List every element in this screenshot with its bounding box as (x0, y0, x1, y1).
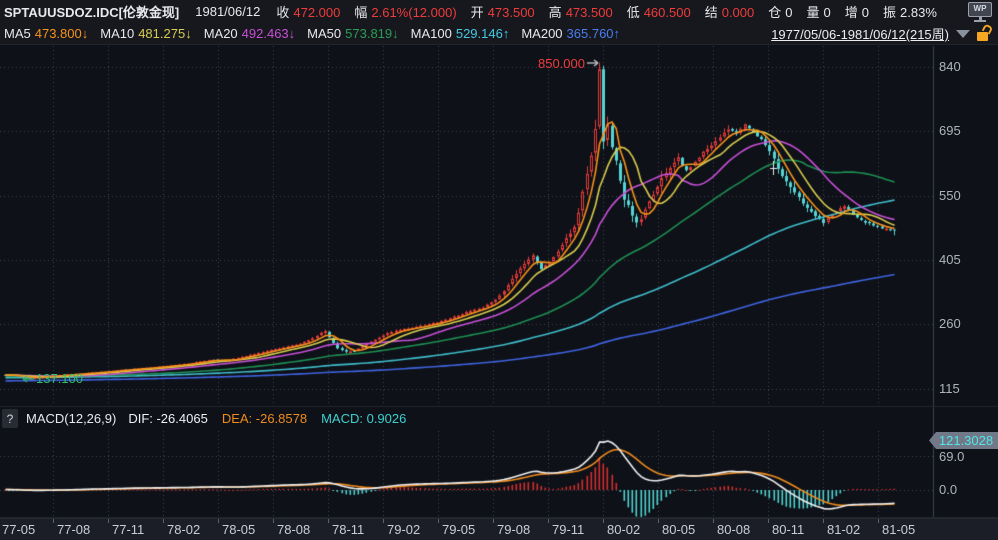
help-button[interactable]: ? (2, 409, 18, 428)
time-axis-label: 79-08 (497, 522, 531, 537)
time-axis-label: 78-11 (332, 522, 365, 537)
time-axis-tick (548, 519, 549, 523)
time-axis-strip: 77-05 77-08 77-11 78-02 78-05 78-08 78-11 79-02… (0, 518, 998, 540)
quote-field-value: 472.000 (293, 5, 341, 20)
quote-field-value: 0 (861, 5, 870, 20)
time-axis-label: 78-02 (167, 522, 201, 537)
symbol-title: SPTAUUSDOZ.IDC[伦敦金现] (4, 5, 180, 20)
time-axis-tick (603, 519, 604, 523)
wp-icon-label: WP (968, 1, 992, 17)
time-axis-label: 80-02 (607, 522, 641, 537)
time-axis-tick (823, 519, 824, 523)
ma-item-value: 481.275↓ (138, 26, 192, 41)
ma-values: MA5 473.800↓ MA10 481.275↓ MA20 492.463↓ MA50 5… (4, 26, 632, 41)
quote-field-value: 473.500 (565, 5, 613, 20)
price-axis-tick: 695 (939, 123, 961, 139)
quote-field-label: 低 (626, 5, 640, 20)
time-axis-label: 79-02 (387, 522, 421, 537)
price-macd-chart-canvas[interactable] (0, 0, 998, 540)
chart-application-window: SPTAUUSDOZ.IDC[伦敦金现] 1981/06/12 收 472.000… (0, 0, 998, 540)
range-text[interactable]: 1977/05/06-1981/06/12(215周) (771, 24, 949, 43)
macd-axis-tick: 0.0 (939, 482, 958, 497)
time-axis-label: 81-02 (827, 522, 861, 537)
high-annotation: 850.000 (538, 56, 585, 71)
quote-bar: SPTAUUSDOZ.IDC[伦敦金现] 1981/06/12 收 472.000… (0, 0, 998, 23)
time-axis-label: 78-05 (222, 522, 256, 537)
time-axis-tick (328, 519, 329, 523)
price-axis-tick: 115 (939, 380, 960, 396)
ma-item-value: 365.760↑ (566, 26, 621, 41)
quote-field-value: 2.83% (900, 5, 937, 20)
time-axis-label: 79-05 (442, 522, 476, 537)
time-axis-label: 77-05 (2, 522, 36, 537)
price-axis-tick: 405 (939, 251, 961, 267)
macd-axis-tick: 69.0 (939, 449, 965, 464)
chevron-down-icon[interactable] (956, 29, 970, 38)
quote-field-label: 振 (883, 5, 897, 20)
macd-values: DIF: -26.4065 DEA: -26.8578 MACD: 0.9026 (128, 411, 420, 426)
quote-field-label: 开 (470, 5, 484, 20)
quote-field-value: 2.61%(12.000) (371, 5, 457, 20)
quote-field-label: 幅 (354, 5, 368, 20)
macd-field-value: MACD: 0.9026 (321, 411, 407, 426)
quote-field-value: 460.500 (643, 5, 691, 20)
time-axis-label: 78-08 (277, 522, 311, 537)
time-axis-tick (218, 519, 219, 523)
low-annotation: 137.100 (36, 371, 83, 386)
quote-field-label: 增 (844, 5, 858, 20)
unlock-icon[interactable] (977, 32, 988, 41)
time-axis-tick (163, 519, 164, 523)
time-axis-label: 80-11 (772, 522, 805, 537)
ma-item-value: 473.800↓ (34, 26, 89, 41)
ma-item-label: MA20 (203, 26, 238, 41)
time-axis-tick (713, 519, 714, 523)
quote-field-label: 量 (806, 5, 820, 20)
quote-field-value: 0.000 (721, 5, 755, 20)
ma-indicator-bar: MA5 473.800↓ MA10 481.275↓ MA20 492.463↓ MA50 5… (0, 23, 998, 45)
time-axis-label: 81-05 (882, 522, 916, 537)
macd-field-value: DEA: -26.8578 (221, 411, 308, 426)
ma-item-label: MA200 (521, 26, 563, 41)
quote-field-label: 结 (704, 5, 718, 20)
time-axis-label: 80-08 (717, 522, 751, 537)
quote-field-label: 收 (276, 5, 290, 20)
time-axis-tick (273, 519, 274, 523)
ma-item-label: MA100 (410, 26, 452, 41)
time-axis-tick (108, 519, 109, 523)
time-axis-tick (493, 519, 494, 523)
time-axis-tick (383, 519, 384, 523)
price-axis-tick: 260 (939, 316, 961, 332)
wp-monitor-icon[interactable]: WP (968, 1, 992, 22)
macd-field-value: DIF: -26.4065 (128, 411, 208, 426)
time-axis-tick (878, 519, 879, 523)
macd-title[interactable]: MACD(12,26,9) (26, 411, 116, 426)
macd-header: ? MACD(12,26,9) DIF: -26.4065 DEA: -26.85… (0, 407, 933, 430)
ma-item-value: 573.819↓ (345, 26, 399, 41)
range-selector[interactable]: 1977/05/06-1981/06/12(215周) (771, 24, 991, 43)
ma-item-label: MA5 (4, 26, 31, 41)
quote-date: 1981/06/12 (195, 4, 261, 19)
quote-field-label: 仓 (768, 5, 782, 20)
quote-fields: 收 472.000 幅 2.61%(12.000) 开 473.500 高 473.500 低 4… (276, 2, 951, 21)
time-axis-label: 77-11 (112, 522, 145, 537)
ma-item-value: 492.463↓ (241, 26, 296, 41)
wp-icon-base (974, 19, 986, 22)
time-axis-tick (53, 519, 54, 523)
time-axis-label: 79-11 (552, 522, 585, 537)
quote-field-value: 0 (823, 5, 831, 20)
quote-field-value: 0 (785, 5, 793, 20)
time-axis-tick (658, 519, 659, 523)
quote-field-label: 高 (548, 5, 562, 20)
time-axis-tick (768, 519, 769, 523)
price-axis-tick: 550 (939, 187, 961, 203)
ma-item-label: MA50 (307, 26, 342, 41)
macd-scale-badge: 121.3028 (929, 432, 998, 449)
ma-item-label: MA10 (100, 26, 135, 41)
quote-field-value: 473.500 (487, 5, 535, 20)
time-axis-label: 77-08 (57, 522, 91, 537)
time-axis-label: 80-05 (662, 522, 696, 537)
ma-item-value: 529.146↑ (455, 26, 510, 41)
price-axis-tick: 840 (939, 59, 961, 74)
time-axis-tick (438, 519, 439, 523)
